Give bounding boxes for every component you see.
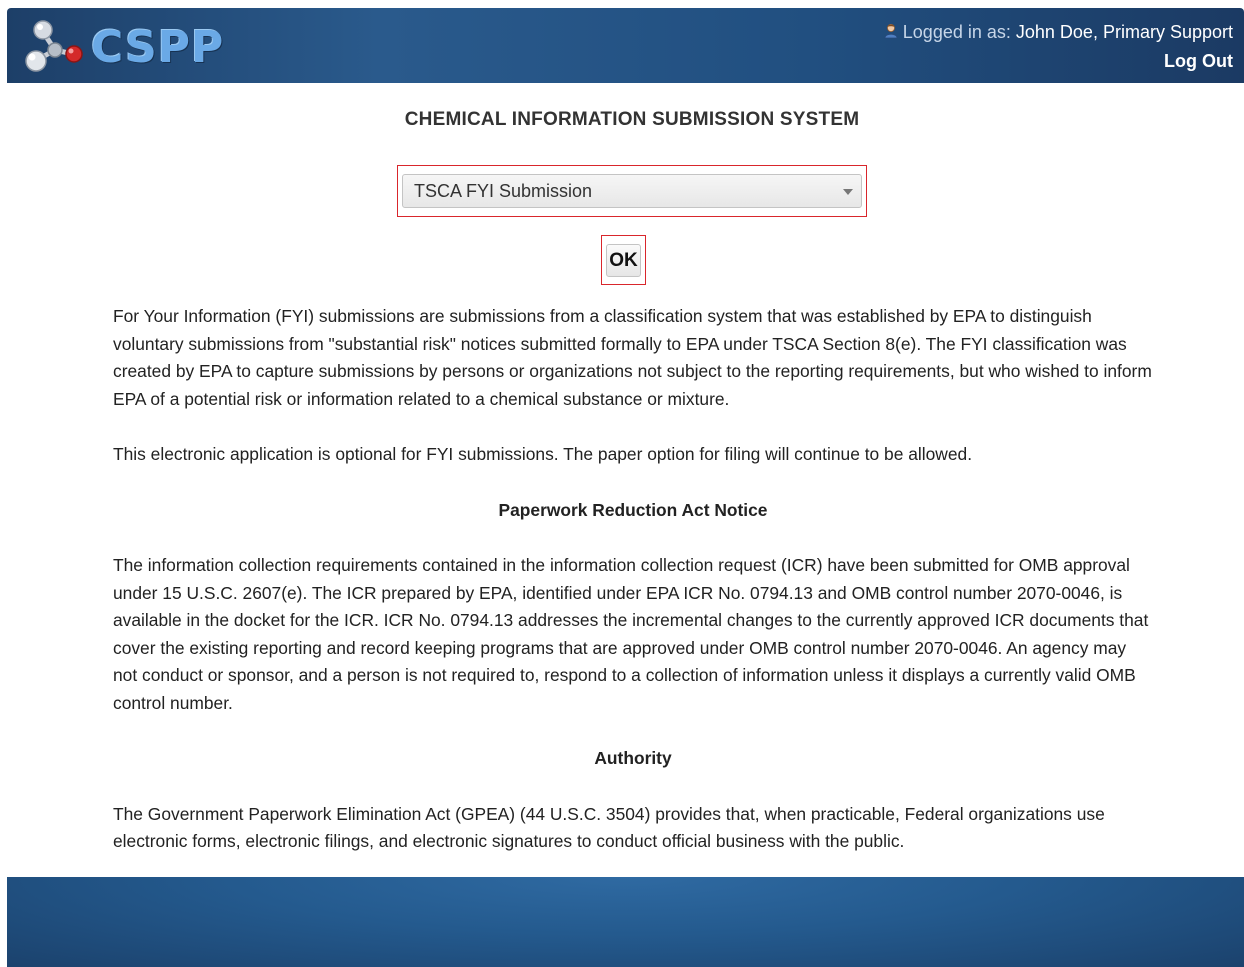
footer-bar [7,877,1244,967]
logout-link[interactable]: Log Out [883,51,1233,72]
molecule-logo-icon [25,20,83,72]
logged-in-label: Logged in as: [902,22,1011,42]
pra-text: The information collection requirements … [113,555,1149,713]
pra-heading: Paperwork Reduction Act Notice [498,499,768,520]
info-text: For Your Information (FYI) submissions a… [113,303,1153,884]
optional-note: This electronic application is optional … [113,444,973,464]
select-value: TSCA FYI Submission [414,181,593,201]
header-bar: CSPP Logged in as: John Doe, Primary Sup… [7,8,1244,83]
select-highlight: TSCA FYI Submission [397,165,867,217]
submission-type-select[interactable]: TSCA FYI Submission [402,174,862,208]
authority-text: The Government Paperwork Elimination Act… [113,803,1105,852]
authority-heading: Authority [594,748,672,768]
page-title: CHEMICAL INFORMATION SUBMISSION SYSTEM [404,109,860,130]
user-icon [884,24,898,39]
ok-highlight: OK [601,235,646,285]
user-name: John Doe, Primary Support [1015,22,1233,42]
ok-button[interactable]: OK [606,244,641,277]
fyi-description: For Your Information (FYI) submissions a… [113,306,1152,409]
chevron-down-icon [843,189,853,195]
user-info: Logged in as: John Doe, Primary Support … [883,22,1233,72]
logo-text: CSPP [91,22,225,73]
cspp-logo[interactable]: CSPP [21,16,223,74]
